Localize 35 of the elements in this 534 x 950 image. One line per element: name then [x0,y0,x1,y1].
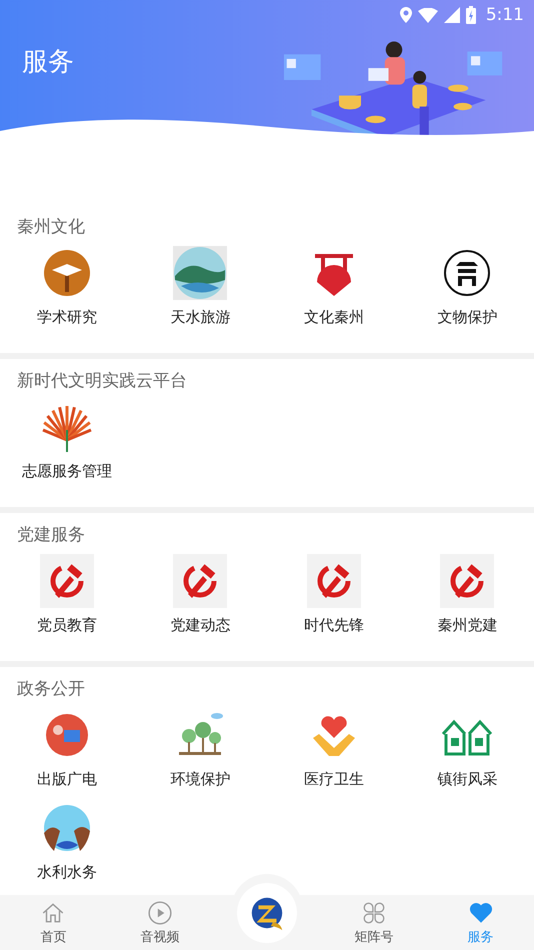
hammer-sickle-icon [173,554,228,608]
service-tile[interactable]: 秦州党建 [400,554,534,635]
section-title: 政务公开 [17,678,86,700]
section-title: 秦州文化 [17,216,86,238]
signal-icon [444,7,460,23]
service-tile[interactable]: 镇街风采 [400,708,534,789]
section-title: 新时代文明实践云平台 [17,370,188,392]
nav-tab[interactable]: 首页 [0,895,107,950]
page-title: 服务 [22,46,75,79]
service-tile[interactable]: 水利水务 [0,801,134,882]
hammer-sickle-icon [40,554,94,608]
hammer-sickle-icon [440,554,494,608]
service-tile[interactable]: 医疗卫生 [267,708,400,789]
service-tile[interactable]: 文化秦州 [267,246,400,327]
service-tile[interactable]: 天水旅游 [134,246,267,327]
lake-icon [173,246,228,300]
status-time: 5:11 [486,5,524,25]
service-tile[interactable]: 党员教育 [0,554,134,635]
service-tile[interactable]: 志愿服务管理 [0,400,134,481]
section-title: 党建服务 [17,524,86,546]
location-icon [400,7,412,23]
service-tile[interactable]: 文物保护 [400,246,534,327]
clover-icon [360,900,387,926]
service-tile[interactable]: 党建动态 [134,554,267,635]
battery-charging-icon [466,6,476,24]
play-icon [147,900,174,926]
service-tile[interactable]: 出版广电 [0,708,134,789]
center-logo-button[interactable] [236,883,297,943]
service-tile[interactable]: 时代先锋 [267,554,400,635]
service-tile[interactable]: 学术研究 [0,246,134,327]
nav-tab[interactable]: 矩阵号 [320,895,428,950]
wifi-icon [418,8,438,22]
service-tile[interactable]: 环境保护 [134,708,267,789]
nav-tab[interactable]: 音视频 [106,895,214,950]
hammer-sickle-icon [306,554,361,608]
